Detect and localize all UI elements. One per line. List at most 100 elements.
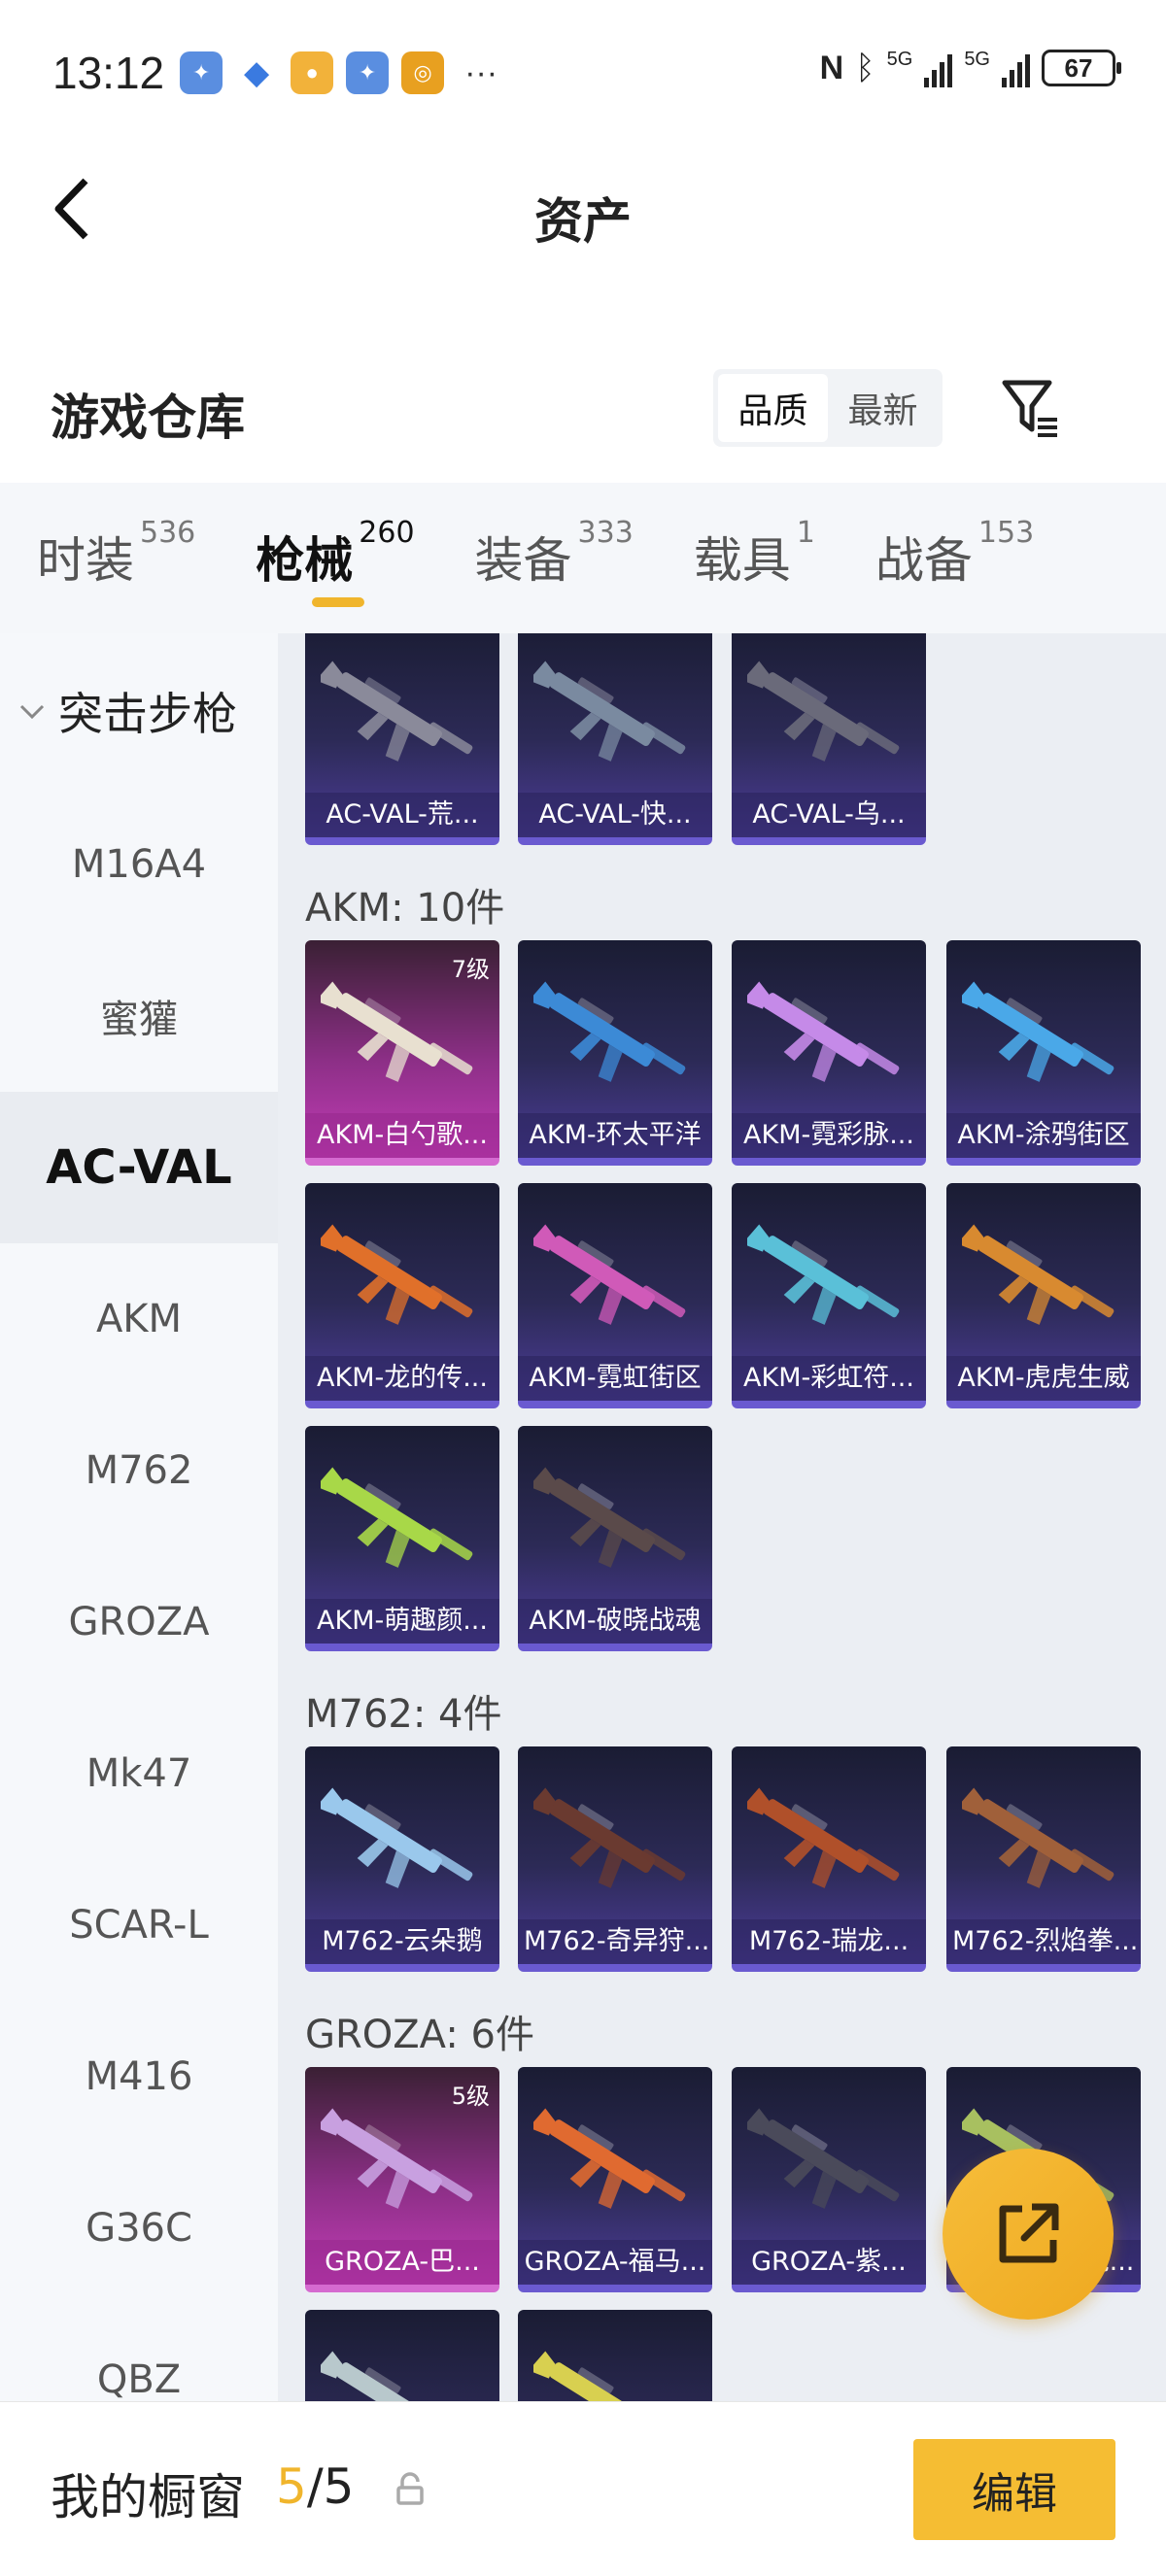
weapon-name: M762-云朵鹅 <box>305 1919 499 1964</box>
tab-combat-gear[interactable]: 战备 153 <box>874 516 1034 592</box>
tab-count: 153 <box>977 516 1035 550</box>
weapon-name: AC-VAL-荒... <box>305 793 499 837</box>
weapon-card[interactable]: 5级 GROZA-巴... <box>305 2067 499 2292</box>
rifle-icon <box>747 2108 900 2209</box>
weapon-name: AC-VAL-快... <box>518 793 712 837</box>
sort-quality-button[interactable]: 品质 <box>718 374 828 442</box>
weather-icon: ● <box>291 51 334 94</box>
app-root: 13:12 ✦ ◆ ● ✦ ◎ ··· N ᛒ 5G 5G 67 资产 游戏仓库… <box>0 0 1166 2576</box>
sidebar-item-scar-l[interactable]: SCAR-L <box>0 1849 278 2001</box>
sidebar-item-m762[interactable]: M762 <box>0 1395 278 1546</box>
battery-level: 67 <box>1064 52 1093 83</box>
weapon-sidebar: 突击步枪 M16A4 蜜獾 AC-VAL AKM M762 GROZA Mk47… <box>0 633 278 2401</box>
weapon-card[interactable]: M762-瑞龙... <box>732 1746 926 1972</box>
sidebar-group-assault-rifle[interactable]: 突击步枪 <box>0 633 278 789</box>
weapon-name: AKM-白勺歌... <box>305 1113 499 1158</box>
tab-label: 战备 <box>874 532 973 589</box>
weapon-card[interactable]: AKM-霓虹街区 <box>518 1183 712 1408</box>
sidebar-item-qbz[interactable]: QBZ <box>0 2304 278 2401</box>
edit-button[interactable]: 编辑 <box>913 2439 1115 2540</box>
showcase-label: 我的橱窗 <box>51 2469 245 2525</box>
network-label-2: 5G <box>964 49 990 70</box>
page-title: 资产 <box>534 193 632 250</box>
weapon-card[interactable]: AKM-彩虹符... <box>732 1183 926 1408</box>
weapon-card[interactable]: M762-烈焰拳... <box>946 1746 1141 1972</box>
weapon-name: AKM-霓彩脉... <box>732 1113 926 1158</box>
rifle-icon <box>747 661 900 762</box>
category-tabs: 时装 536 枪械 260 装备 333 载具 1 战备 153 <box>0 483 1166 633</box>
sort-newest-button[interactable]: 最新 <box>828 374 938 442</box>
tab-label: 载具 <box>693 532 791 589</box>
tab-count: 333 <box>577 516 634 550</box>
system-status: N ᛒ 5G 5G 67 <box>819 49 1121 87</box>
sidebar-item-groza[interactable]: GROZA <box>0 1546 278 1698</box>
weapon-name: AC-VAL-乌... <box>732 793 926 837</box>
rifle-icon <box>321 2351 442 2401</box>
battery-icon: 67 <box>1042 50 1121 86</box>
tab-fashion[interactable]: 时装 536 <box>37 516 195 592</box>
section-heading: GROZA: 6件 <box>305 2013 534 2057</box>
app-notification-icon: ✦ <box>346 51 390 94</box>
weapon-card[interactable]: GROZA-异彩... <box>518 2310 712 2401</box>
rifle-icon <box>962 1224 1115 1325</box>
weapon-card[interactable]: AC-VAL-乌... <box>732 633 926 845</box>
rifle-icon <box>533 2108 686 2209</box>
weapon-name: AKM-环太平洋 <box>518 1113 712 1158</box>
weapon-name: M762-瑞龙... <box>732 1919 926 1964</box>
weapon-card[interactable]: 7级 AKM-白勺歌... <box>305 940 499 1166</box>
filter-icon <box>1002 380 1057 437</box>
weapon-card[interactable]: M762-云朵鹅 <box>305 1746 499 1972</box>
sidebar-item-g36c[interactable]: G36C <box>0 2152 278 2304</box>
weapon-name: AKM-龙的传... <box>305 1356 499 1401</box>
bluetooth-icon: ᛒ <box>855 49 875 86</box>
weapon-name: AKM-彩虹符... <box>732 1356 926 1401</box>
weapon-card[interactable]: AKM-霓彩脉... <box>732 940 926 1166</box>
weapon-card[interactable]: AC-VAL-荒... <box>305 633 499 845</box>
notification-icons: ✦ ◆ ● ✦ ◎ ··· <box>180 51 497 94</box>
weapon-card[interactable]: AKM-涂鸦街区 <box>946 940 1141 1166</box>
weapon-card[interactable]: AKM-虎虎生威 <box>946 1183 1141 1408</box>
rifle-icon <box>533 1467 686 1568</box>
weapon-name: AKM-虎虎生威 <box>946 1356 1141 1401</box>
tab-vehicles[interactable]: 载具 1 <box>693 516 815 592</box>
weapon-card[interactable]: AKM-环太平洋 <box>518 940 712 1166</box>
showcase-current: 5 <box>276 2458 307 2515</box>
weapon-card[interactable]: GROZA-福马... <box>518 2067 712 2292</box>
lock-icon[interactable] <box>394 2472 426 2507</box>
signal-icon <box>924 49 953 87</box>
chevron-down-icon <box>19 704 45 720</box>
weapon-card[interactable]: AKM-萌趣颜... <box>305 1426 499 1651</box>
tab-label: 装备 <box>474 532 572 589</box>
nav-bar: 资产 <box>0 146 1166 272</box>
rifle-icon <box>533 981 686 1082</box>
sidebar-item-m16a4[interactable]: M16A4 <box>0 789 278 940</box>
weapon-card[interactable]: AC-VAL-快... <box>518 633 712 845</box>
filter-button[interactable] <box>1001 377 1061 439</box>
nfc-icon: N <box>819 49 844 86</box>
share-button[interactable] <box>943 2149 1114 2320</box>
sidebar-item-ac-val[interactable]: AC-VAL <box>0 1092 278 1243</box>
signal-icon <box>1002 49 1030 87</box>
tab-count: 260 <box>359 516 415 550</box>
weapon-card[interactable]: M762-奇异狩... <box>518 1746 712 1972</box>
rifle-icon <box>533 1224 686 1325</box>
weapon-card[interactable]: GROZA-紫... <box>732 2067 926 2292</box>
weapon-name: M762-烈焰拳... <box>946 1919 1141 1964</box>
tab-equipment[interactable]: 装备 333 <box>474 516 634 592</box>
weapon-card[interactable]: AKM-龙的传... <box>305 1183 499 1408</box>
weapon-name: AKM-破晓战魂 <box>518 1599 712 1644</box>
tab-guns[interactable]: 枪械 260 <box>256 516 415 607</box>
rifle-icon <box>747 981 900 1082</box>
weapon-card[interactable]: AKM-破晓战魂 <box>518 1426 712 1651</box>
share-external-icon <box>999 2203 1059 2263</box>
weapon-card[interactable]: GROZA-懵... <box>305 2310 499 2401</box>
sidebar-group-label: 突击步枪 <box>58 688 237 740</box>
sidebar-item-akm[interactable]: AKM <box>0 1243 278 1395</box>
game-app-icon: ◎ <box>401 51 445 94</box>
sidebar-item-honey-badger[interactable]: 蜜獾 <box>0 940 278 1092</box>
app-notification-icon: ✦ <box>180 51 223 94</box>
sidebar-item-m416[interactable]: M416 <box>0 2001 278 2152</box>
sidebar-item-mk47[interactable]: Mk47 <box>0 1698 278 1849</box>
section-heading: M762: 4件 <box>305 1692 502 1737</box>
weapon-name: AKM-萌趣颜... <box>305 1599 499 1644</box>
